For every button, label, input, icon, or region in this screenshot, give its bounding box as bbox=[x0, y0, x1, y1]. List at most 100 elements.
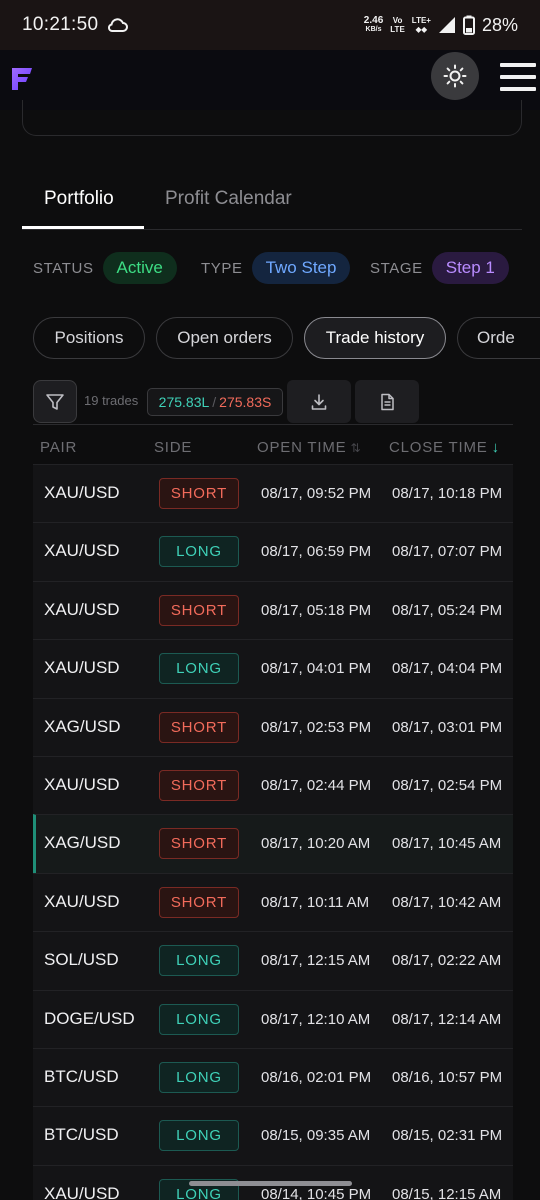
table-header: PAIR SIDE OPEN TIME ⇅ CLOSE TIME ↓ bbox=[33, 424, 513, 464]
download-button[interactable] bbox=[287, 380, 351, 423]
export-document-button[interactable] bbox=[355, 380, 419, 423]
cloud-icon bbox=[108, 18, 129, 32]
status-time: 10:21:50 bbox=[22, 14, 99, 35]
cell-pair: DOGE/USD bbox=[44, 1008, 135, 1028]
cell-pair: XAG/USD bbox=[44, 833, 121, 853]
stage-group: STAGE Step 1 bbox=[370, 252, 509, 284]
tab-profit-calendar[interactable]: Profit Calendar bbox=[165, 188, 292, 210]
cell-open-time: 08/17, 10:20 AM bbox=[261, 835, 371, 853]
cell-close-time: 08/15, 12:15 AM bbox=[392, 1185, 502, 1200]
side-badge: SHORT bbox=[159, 594, 239, 626]
side-badge: LONG bbox=[159, 945, 239, 977]
cell-close-time: 08/17, 07:07 PM bbox=[392, 543, 503, 561]
home-indicator[interactable] bbox=[189, 1181, 352, 1186]
table-row[interactable]: XAG/USD SHORT 08/17, 02:53 PM 08/17, 03:01 … bbox=[33, 697, 513, 756]
cell-open-time: 08/17, 05:18 PM bbox=[261, 601, 372, 619]
sort-neutral-icon: ⇅ bbox=[350, 441, 362, 455]
table-row[interactable]: XAU/USD SHORT 08/17, 09:52 PM 08/17, 10:18 … bbox=[33, 464, 513, 523]
subtab-open-orders[interactable]: Open orders bbox=[156, 317, 293, 359]
cell-close-time: 08/17, 05:24 PM bbox=[392, 601, 503, 619]
cell-pair: XAU/USD bbox=[44, 891, 120, 911]
table-row[interactable]: XAU/USD SHORT 08/17, 02:44 PM 08/17, 02:54 … bbox=[33, 755, 513, 815]
cell-close-time: 08/17, 10:18 PM bbox=[392, 485, 503, 502]
stage-label: STAGE bbox=[370, 259, 423, 277]
header-side[interactable]: SIDE bbox=[154, 439, 192, 456]
type-badge: Two Step bbox=[251, 252, 351, 284]
status-badge: Active bbox=[102, 252, 177, 284]
table-body: XAU/USD SHORT 08/17, 09:52 PM 08/17, 10:18 … bbox=[33, 464, 513, 1200]
theme-toggle-button[interactable] bbox=[431, 52, 479, 100]
cell-pair: BTC/USD bbox=[44, 1125, 119, 1145]
type-group: TYPE Two Step bbox=[201, 252, 351, 284]
side-badge: SHORT bbox=[159, 886, 239, 918]
table-row[interactable]: BTC/USD LONG 08/16, 02:01 PM 08/16, 10:57 P… bbox=[33, 1047, 513, 1107]
side-badge: SHORT bbox=[159, 769, 239, 801]
cell-pair: XAU/USD bbox=[44, 658, 120, 678]
table-row[interactable]: XAU/USD SHORT 08/17, 10:11 AM 08/17, 10:42 … bbox=[33, 872, 513, 932]
cell-open-time: 08/17, 10:11 AM bbox=[261, 893, 370, 911]
side-badge: LONG bbox=[159, 1120, 239, 1152]
cell-close-time: 08/17, 03:01 PM bbox=[392, 718, 503, 736]
filter-button[interactable] bbox=[33, 380, 77, 423]
cell-open-time: 08/15, 09:35 AM bbox=[261, 1127, 371, 1145]
status-label: STATUS bbox=[33, 259, 94, 277]
short-total: 275.83S bbox=[219, 394, 272, 410]
cell-close-time: 08/17, 02:54 PM bbox=[392, 776, 503, 794]
cell-open-time: 08/14, 10:45 PM bbox=[261, 1185, 372, 1200]
cell-open-time: 08/17, 09:52 PM bbox=[261, 485, 372, 502]
side-badge: LONG bbox=[159, 536, 239, 568]
side-badge: LONG bbox=[159, 1003, 239, 1035]
side-badge: LONG bbox=[159, 1061, 239, 1093]
document-icon bbox=[381, 393, 394, 410]
cell-pair: SOL/USD bbox=[44, 950, 119, 970]
table-row[interactable]: XAU/USD LONG 08/17, 06:59 PM 08/17, 07:07 P… bbox=[33, 522, 513, 581]
volte-indicator: Vo LTE bbox=[390, 16, 405, 34]
table-row[interactable]: SOL/USD LONG 08/17, 12:15 AM 08/17, 02:22 A… bbox=[33, 931, 513, 990]
active-tab-indicator bbox=[22, 226, 144, 229]
subtab-orders[interactable]: Orde bbox=[457, 317, 540, 359]
header-pair[interactable]: PAIR bbox=[40, 439, 77, 456]
account-card-bottom bbox=[22, 100, 522, 136]
subtab-positions[interactable]: Positions bbox=[33, 317, 145, 359]
trade-history-table: PAIR SIDE OPEN TIME ⇅ CLOSE TIME ↓ XAU/USD… bbox=[33, 424, 513, 1200]
hamburger-menu-icon[interactable] bbox=[500, 63, 536, 91]
download-icon bbox=[311, 393, 327, 410]
trades-count: 19 trades bbox=[84, 393, 139, 408]
cell-open-time: 08/17, 06:59 PM bbox=[261, 543, 372, 561]
cell-open-time: 08/17, 02:53 PM bbox=[261, 718, 372, 736]
type-label: TYPE bbox=[201, 259, 243, 277]
cell-pair: XAU/USD bbox=[44, 1183, 120, 1200]
header-open-time[interactable]: OPEN TIME ⇅ bbox=[257, 439, 361, 456]
stage-badge: Step 1 bbox=[431, 252, 509, 284]
cell-open-time: 08/17, 04:01 PM bbox=[261, 660, 372, 678]
subtab-trade-history[interactable]: Trade history bbox=[304, 317, 446, 359]
cell-pair: XAU/USD bbox=[44, 541, 120, 561]
long-total: 275.83L bbox=[158, 394, 210, 410]
side-badge: SHORT bbox=[159, 711, 239, 743]
table-row[interactable]: XAU/USD SHORT 08/17, 05:18 PM 08/17, 05:24 … bbox=[33, 580, 513, 640]
cell-pair: BTC/USD bbox=[44, 1066, 119, 1086]
header-close-time[interactable]: CLOSE TIME ↓ bbox=[389, 439, 500, 456]
cell-close-time: 08/17, 02:22 AM bbox=[392, 952, 502, 970]
table-row[interactable]: XAG/USD SHORT 08/17, 10:20 AM 08/17, 10:45 … bbox=[33, 814, 513, 873]
cell-pair: XAG/USD bbox=[44, 716, 121, 736]
tab-portfolio[interactable]: Portfolio bbox=[44, 188, 114, 210]
cell-close-time: 08/16, 10:57 PM bbox=[392, 1068, 503, 1086]
table-row[interactable]: BTC/USD LONG 08/15, 09:35 AM 08/15, 02:31 P… bbox=[33, 1106, 513, 1165]
sun-icon bbox=[443, 64, 467, 88]
cell-open-time: 08/16, 02:01 PM bbox=[261, 1068, 372, 1086]
cell-pair: XAU/USD bbox=[44, 774, 120, 794]
status-group: STATUS Active bbox=[33, 252, 177, 284]
side-badge: SHORT bbox=[159, 478, 239, 509]
network-speed: 2.46 KB/s bbox=[363, 15, 384, 34]
cell-pair: XAU/USD bbox=[44, 483, 120, 502]
table-row[interactable]: XAU/USD LONG 08/17, 04:01 PM 08/17, 04:04 P… bbox=[33, 639, 513, 698]
cell-close-time: 08/15, 02:31 PM bbox=[392, 1127, 503, 1145]
filter-icon bbox=[46, 393, 64, 410]
cell-close-time: 08/17, 04:04 PM bbox=[392, 660, 503, 678]
table-row[interactable]: DOGE/USD LONG 08/17, 12:10 AM 08/17, 12:14 … bbox=[33, 989, 513, 1048]
cell-open-time: 08/17, 02:44 PM bbox=[261, 776, 372, 794]
portfolio-tabs: Portfolio Profit Calendar bbox=[22, 180, 522, 230]
brand-logo-icon[interactable] bbox=[10, 66, 34, 92]
cell-pair: XAU/USD bbox=[44, 599, 120, 619]
